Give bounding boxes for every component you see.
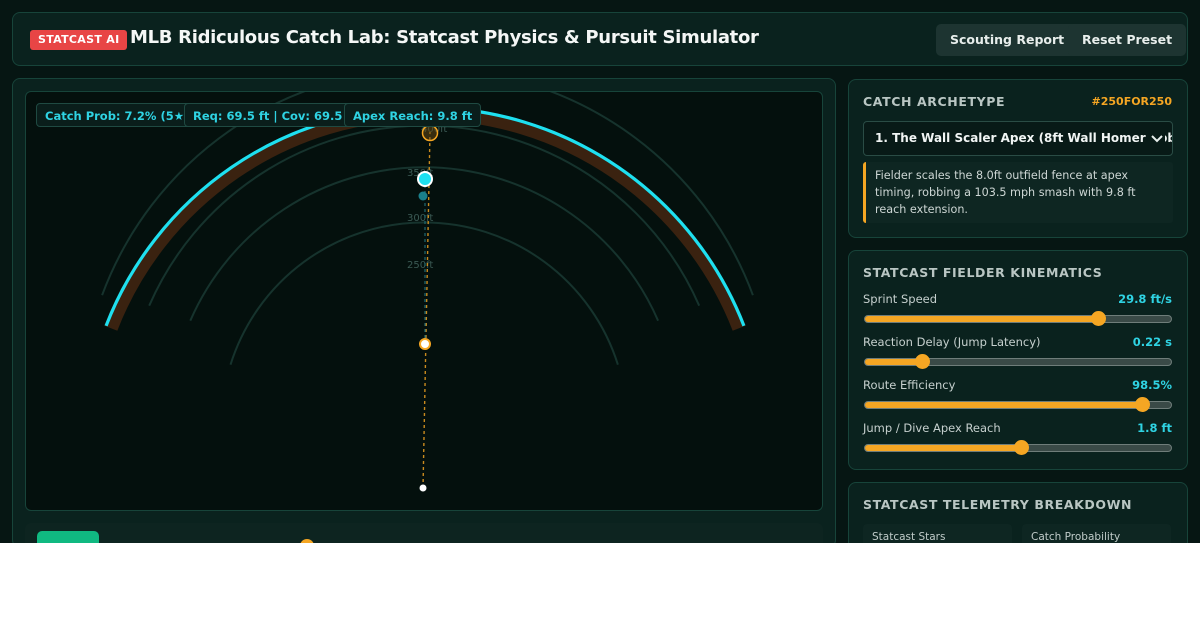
section-title: STATCAST TELEMETRY BREAKDOWN [863,497,1133,512]
field-canvas[interactable]: 400ft 350ft 300ft 250ft Catch Prob: 7.2%… [25,91,823,511]
req-cov-pill: Req: 69.5 ft | Cov: 69.5 ft [184,103,366,127]
sprint-speed-value: 29.8 ft/s [1118,292,1172,306]
slider-thumb[interactable] [1014,440,1030,455]
catch-probability-pill: Catch Prob: 7.2% (5★) [36,103,199,127]
distance-label-300: 300ft [407,213,433,224]
slider-fill [865,445,1022,451]
route-efficiency-slider[interactable] [864,397,1172,412]
slider-thumb[interactable] [914,354,930,369]
timeline-scrubber[interactable] [300,539,314,543]
route-efficiency-value: 98.5% [1132,378,1172,392]
field-panel: 400ft 350ft 300ft 250ft Catch Prob: 7.2%… [12,78,836,543]
section-title: CATCH ARCHETYPE [863,94,1006,109]
playback-panel [25,523,823,543]
archetype-select[interactable]: 1. The Wall Scaler Apex (8ft Wall Homer … [863,121,1173,156]
slider-fill [865,316,1098,322]
reset-preset-button[interactable]: Reset Preset [1068,24,1187,56]
catch-probability-tile: Catch Probability [1022,524,1171,543]
slider-thumb[interactable] [1134,397,1150,412]
app-window: STATCAST AI MLB Ridiculous Catch Lab: St… [0,0,1200,543]
telemetry-panel: STATCAST TELEMETRY BREAKDOWN Statcast St… [848,482,1188,543]
catch-archetype-panel: CATCH ARCHETYPE #250FOR250 1. The Wall S… [848,79,1188,238]
hashtag-label: #250FOR250 [1091,95,1172,108]
archetype-select-value: 1. The Wall Scaler Apex (8ft Wall Homer … [875,131,1172,145]
sprint-speed-slider[interactable] [864,311,1172,326]
tile-label: Statcast Stars [872,531,946,543]
section-title: STATCAST FIELDER KINEMATICS [863,265,1103,280]
reaction-delay-value: 0.22 s [1132,335,1172,349]
home-plate-marker [419,484,427,492]
fielder-marker[interactable] [417,171,433,187]
statcast-ai-badge: STATCAST AI [30,30,128,50]
field-diagram: 400ft 350ft 300ft 250ft [101,92,754,492]
slider-fill [865,402,1142,408]
chevron-down-icon [1149,122,1165,155]
page-title: MLB Ridiculous Catch Lab: Statcast Physi… [130,27,759,48]
slider-fill [865,359,922,365]
jump-reach-value: 1.8 ft [1137,421,1172,435]
distance-arc-300 [189,166,660,322]
fielder-start-marker[interactable] [419,338,431,350]
sprint-speed-label: Sprint Speed [863,292,938,306]
fielder-kinematics-panel: STATCAST FIELDER KINEMATICS Sprint Speed… [848,250,1188,470]
distance-label-250: 250ft [407,260,433,271]
jump-reach-slider[interactable] [864,440,1172,455]
fielder-shadow-marker [418,191,428,201]
apex-reach-pill: Apex Reach: 9.8 ft [344,103,482,127]
jump-reach-label: Jump / Dive Apex Reach [863,421,1001,435]
reaction-delay-label: Reaction Delay (Jump Latency) [863,335,1041,349]
reaction-delay-slider[interactable] [864,354,1172,369]
scouting-report-button[interactable]: Scouting Report [936,24,1079,56]
header-bar: STATCAST AI MLB Ridiculous Catch Lab: St… [12,12,1188,66]
route-efficiency-label: Route Efficiency [863,378,956,392]
statcast-stars-tile: Statcast Stars [863,524,1012,543]
run-simulation-button[interactable] [37,531,99,543]
slider-thumb[interactable] [1090,311,1106,326]
tile-label: Catch Probability [1031,531,1121,543]
archetype-description: Fielder scales the 8.0ft outfield fence … [863,162,1173,223]
